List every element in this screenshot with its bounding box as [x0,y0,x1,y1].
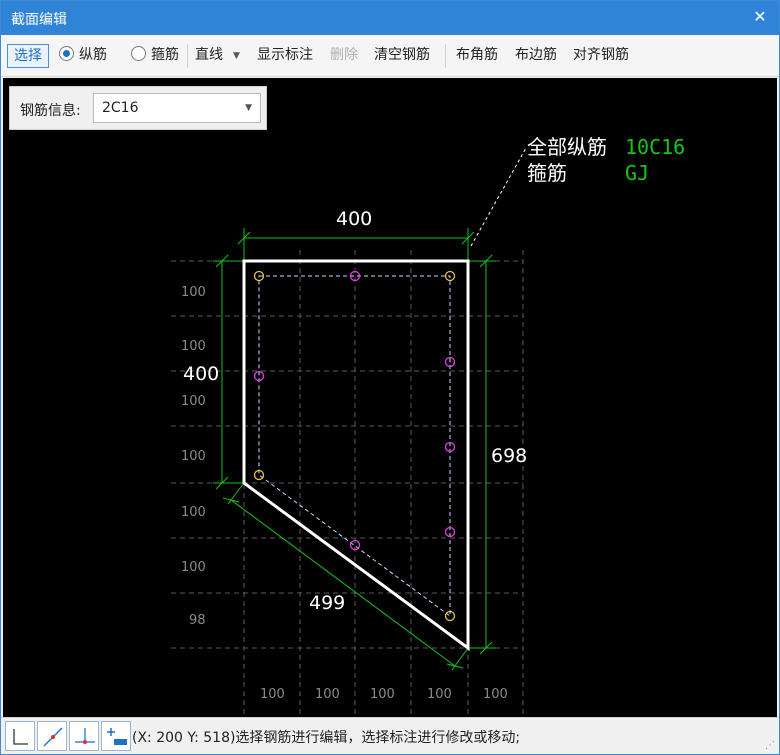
close-icon[interactable]: ✕ [749,6,771,28]
toolbar: 选择 纵筋 箍筋 直线 ▼ 显示标注 删除 清空钢筋 布角筋 布边筋 对齐钢筋 [1,35,779,77]
radio-unchecked-icon[interactable] [131,46,146,61]
section-drawing[interactable]: 100 100 100 100 100 100 98 100 100 100 100 100 全部纵筋… [3,78,777,717]
rebar-info-label: 钢筋信息: [20,103,81,119]
toolbar-divider [445,44,446,68]
status-text: (X: 200 Y: 518)选择钢筋进行编辑，选择标注进行修改或移动; [132,730,521,746]
rebar-info-panel: 钢筋信息: 2C16 ▼ [9,86,267,130]
dimension-slant[interactable] [222,482,469,671]
stirrup-label: 箍筋 [151,47,179,63]
dimension-slant-value[interactable]: 499 [309,592,345,614]
ortho-axis-icon[interactable] [5,721,35,751]
perpendicular-icon[interactable] [69,721,99,751]
line-type-dropdown[interactable]: 直线 ▼ [195,44,240,68]
annotation-stirrup-value[interactable]: GJ [625,161,649,185]
status-bar: (X: 200 Y: 518)选择钢筋进行编辑，选择标注进行修改或移动; ⋰ [1,717,779,754]
annotation-longitudinal-label[interactable]: 全部纵筋 [527,135,607,159]
grid-label-left: 100 [181,505,206,520]
align-rebar-button[interactable]: 对齐钢筋 [573,44,629,68]
rebar-info-value: 2C16 [102,100,139,116]
longitudinal-label: 纵筋 [79,47,107,63]
grid-label-left: 100 [181,285,206,300]
clear-rebar-button[interactable]: 清空钢筋 [374,44,430,68]
drawing-canvas[interactable]: 100 100 100 100 100 100 98 100 100 100 100 100 全部纵筋… [3,78,777,717]
resize-grip-icon[interactable]: ⋰ [765,740,775,751]
grid-label-bottom: 100 [315,687,340,702]
select-button[interactable]: 选择 [7,44,49,68]
corner-rebar-button[interactable]: 布角筋 [456,44,498,68]
grid-label-left: 100 [181,449,206,464]
leader-line [470,147,527,247]
section-edit-window: 截面编辑 ✕ 选择 纵筋 箍筋 直线 ▼ 显示标注 删除 清空钢筋 布角筋 布边筋… [0,0,780,755]
snap-point-icon[interactable] [37,721,67,751]
window-title: 截面编辑 [11,12,67,28]
dimension-left-value[interactable]: 400 [183,363,219,385]
rebar-info-select[interactable]: 2C16 ▼ [93,93,261,123]
toolbar-divider [187,44,188,68]
dimension-right-value[interactable]: 698 [491,445,527,467]
annotation-longitudinal-value[interactable]: 10C16 [625,135,685,159]
title-bar: 截面编辑 ✕ [1,1,779,35]
grid-label-left: 100 [181,560,206,575]
dimension-top[interactable] [237,228,475,261]
stirrup-radio[interactable]: 箍筋 [131,44,179,68]
line-type-value: 直线 [195,47,223,63]
grid-label-bottom: 100 [260,687,285,702]
section-outline[interactable] [242,259,470,651]
show-dimension-button[interactable]: 显示标注 [257,44,313,68]
grid-label-bottom: 100 [370,687,395,702]
chevron-down-icon: ▼ [245,103,252,113]
add-dimension-icon[interactable] [101,721,131,751]
dimension-top-value[interactable]: 400 [336,208,372,230]
grid-label-left: 100 [181,394,206,409]
grid-label-left: 98 [189,613,206,628]
longitudinal-radio[interactable]: 纵筋 [59,44,107,68]
edge-rebar-button[interactable]: 布边筋 [515,44,557,68]
grid-label-left: 100 [181,339,206,354]
delete-button[interactable]: 删除 [330,44,358,68]
chevron-down-icon: ▼ [233,51,240,61]
grid-label-bottom: 100 [483,687,508,702]
annotation-stirrup-label[interactable]: 箍筋 [527,161,567,185]
grid-label-bottom: 100 [427,687,452,702]
radio-checked-icon[interactable] [59,46,74,61]
